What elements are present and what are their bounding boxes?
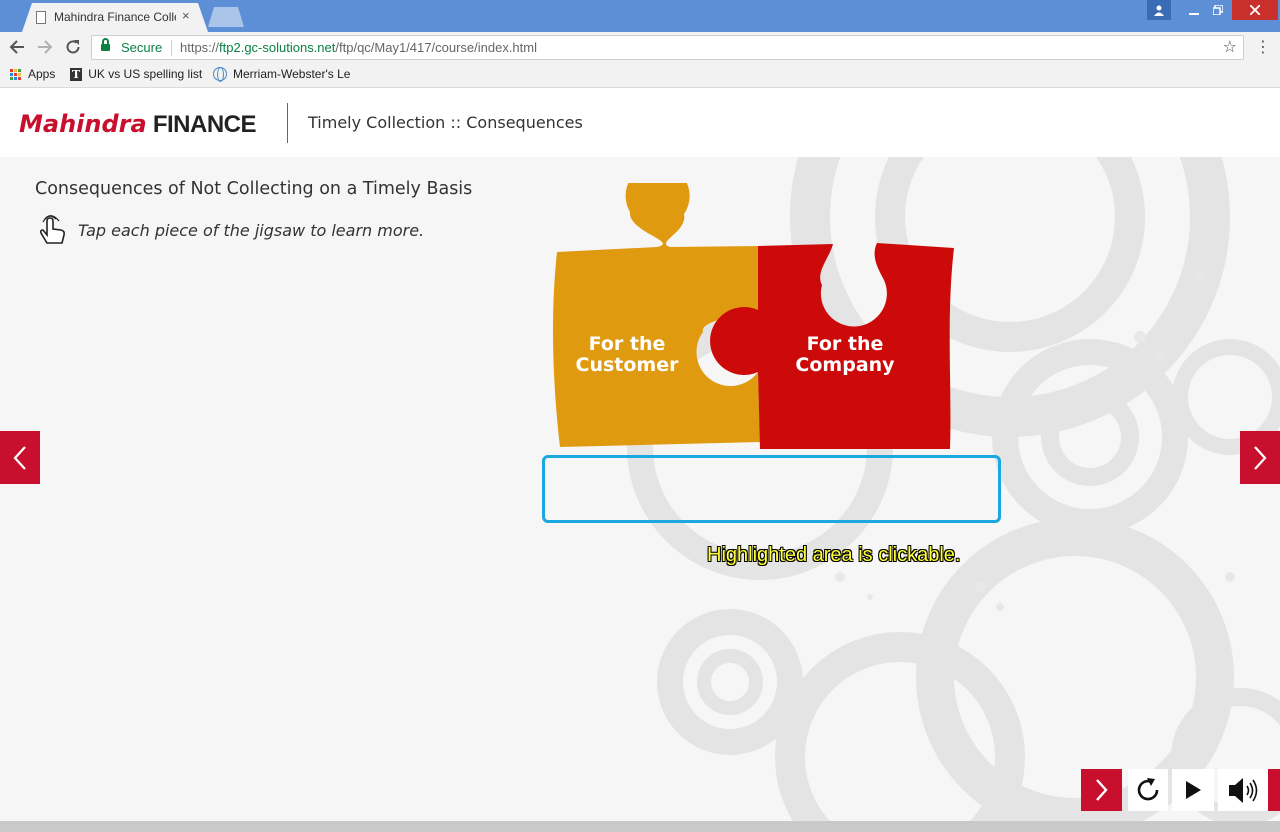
lock-icon: [101, 38, 110, 52]
replay-button[interactable]: [1128, 769, 1168, 811]
header-divider: [287, 103, 288, 143]
chevron-left-icon: [13, 446, 26, 470]
jigsaw-puzzle: [553, 183, 954, 449]
back-arrow-icon[interactable]: [6, 36, 28, 58]
clickable-hint-text: Highlighted area is clickable.: [707, 544, 961, 566]
url-text[interactable]: https://ftp2.gc-solutions.net/ftp/qc/May…: [180, 40, 537, 55]
address-divider: [171, 40, 172, 56]
brand-mahindra: Mahindra: [19, 110, 147, 138]
bookmark-uk-vs-us[interactable]: T UK vs US spelling list: [70, 67, 202, 81]
course-title: Timely Collection :: Consequences: [308, 113, 583, 132]
chevron-right-icon: [1096, 779, 1108, 801]
clickable-highlight-area[interactable]: [542, 455, 1001, 523]
bookmark-apps[interactable]: Apps: [10, 67, 55, 81]
speaker-volume-icon: [1229, 778, 1258, 803]
forward-arrow-icon[interactable]: [34, 36, 56, 58]
secure-label: Secure: [121, 40, 163, 55]
window-bottom-strip: [0, 821, 1280, 832]
bookmark-star-icon[interactable]: ☆: [1223, 37, 1237, 57]
slide-title: Consequences of Not Collecting on a Time…: [35, 179, 473, 199]
apps-grid-icon: [10, 68, 21, 80]
bookmarks-bar: Apps T UK vs US spelling list Merriam-We…: [0, 62, 1280, 88]
slide-stage: Consequences of Not Collecting on a Time…: [0, 157, 1280, 821]
play-icon: [1186, 781, 1201, 799]
tap-hand-icon: [39, 215, 65, 244]
new-tab-button[interactable]: [208, 7, 244, 27]
browser-toolbar: Secure https://ftp2.gc-solutions.net/ftp…: [0, 32, 1280, 62]
t-icon: T: [70, 67, 83, 81]
brand-finance: FINANCE: [146, 111, 257, 138]
restore-window-icon[interactable]: [1204, 0, 1232, 20]
course-viewport: Mahindra FINANCE Timely Collection :: Co…: [0, 89, 1280, 821]
url-scheme: https://: [180, 40, 220, 55]
browser-tab-bar: Mahindra Finance Collect ×: [0, 0, 1280, 32]
browser-menu-icon[interactable]: ⋮: [1255, 37, 1271, 57]
bookmark-label: Merriam-Webster's Le: [233, 67, 351, 81]
next-button[interactable]: [1081, 769, 1122, 811]
instruction-text: Tap each piece of the jigsaw to learn mo…: [78, 221, 425, 240]
reload-icon[interactable]: [62, 36, 84, 58]
tab-title: Mahindra Finance Collect: [54, 10, 176, 24]
globe-icon: [213, 67, 227, 82]
course-header: Mahindra FINANCE Timely Collection :: Co…: [0, 89, 1280, 157]
user-profile-icon[interactable]: [1147, 0, 1171, 20]
play-button[interactable]: [1172, 769, 1214, 811]
url-host: ftp2.gc-solutions.net: [219, 40, 336, 55]
previous-slide-button[interactable]: [0, 431, 40, 484]
control-bar-edge: [1268, 769, 1280, 811]
replay-icon: [1137, 778, 1159, 801]
chevron-right-icon: [1254, 446, 1267, 470]
tab-close-icon[interactable]: ×: [182, 8, 190, 23]
window-close-icon[interactable]: [1232, 0, 1278, 20]
document-icon: [36, 11, 46, 24]
browser-tab-active[interactable]: Mahindra Finance Collect ×: [22, 3, 208, 32]
address-bar[interactable]: Secure https://ftp2.gc-solutions.net/ftp…: [91, 35, 1244, 60]
url-path: /ftp/qc/May1/417/course/index.html: [335, 40, 537, 55]
bookmark-label: Apps: [28, 67, 56, 81]
mahindra-finance-logo: Mahindra FINANCE: [19, 110, 257, 139]
audio-button[interactable]: [1218, 769, 1268, 811]
next-slide-side-button[interactable]: [1240, 431, 1280, 484]
bookmark-merriam-webster[interactable]: Merriam-Webster's Le: [213, 67, 351, 82]
bookmark-label: UK vs US spelling list: [88, 67, 203, 81]
